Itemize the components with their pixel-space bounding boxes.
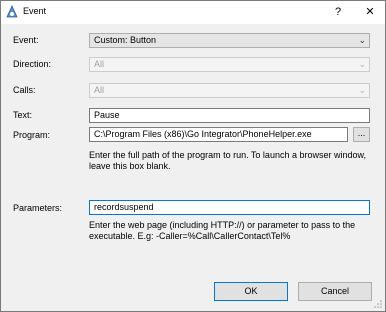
program-label: Program: [13,130,51,140]
resize-grip-icon[interactable] [373,299,383,309]
chevron-down-icon: ⌄ [358,59,366,69]
direction-combo-value: All [94,59,105,69]
calls-combo-value: All [94,85,105,95]
calls-combo: All ⌄ [89,83,370,98]
event-label: Event: [13,35,39,45]
chevron-down-icon: ⌄ [358,85,366,95]
event-dialog: Event ? ✕ Event: Custom: Button ⌄ Direct… [0,0,386,312]
direction-label: Direction: [13,59,52,69]
event-combo-value: Custom: Button [94,35,157,45]
cancel-button[interactable]: Cancel [298,282,372,301]
program-hint: Enter the full path of the program to ru… [89,150,366,171]
calls-label: Calls: [13,85,36,95]
program-input[interactable]: C:\Program Files (x86)\Go Integrator\Pho… [89,127,348,142]
help-button[interactable]: ? [323,1,353,24]
direction-combo: All ⌄ [89,57,370,72]
ok-button[interactable]: OK [214,282,288,301]
close-button[interactable]: ✕ [355,1,385,24]
event-combo[interactable]: Custom: Button ⌄ [89,33,370,48]
window-title: Event [23,6,47,16]
parameters-input[interactable]: recordsuspend [89,200,370,215]
title-bar[interactable]: Event ? ✕ [1,1,385,24]
text-label: Text: [13,110,33,120]
parameters-label: Parameters: [13,203,63,213]
parameters-hint: Enter the web page (including HTTP://) o… [89,220,356,241]
app-icon [6,5,18,18]
chevron-down-icon: ⌄ [358,35,366,45]
browse-button[interactable]: ... [353,127,370,142]
text-input[interactable]: Pause [89,108,370,123]
